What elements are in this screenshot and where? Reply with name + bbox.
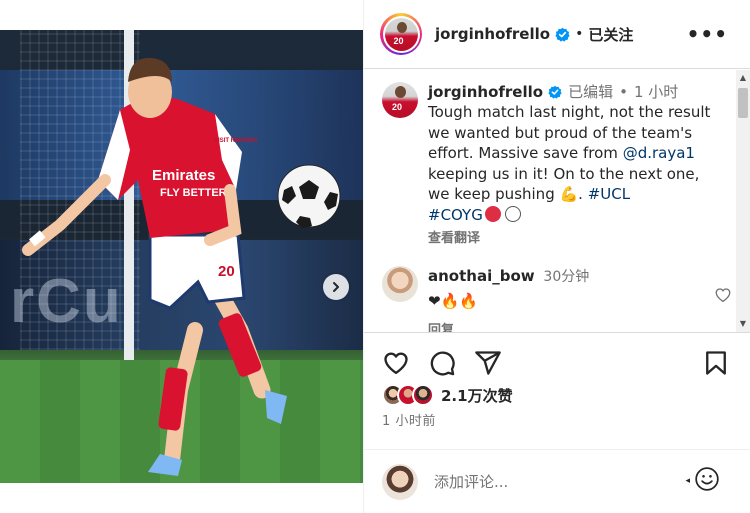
post-panel: 20 jorginhofrello • 已关注 ••• 20 jorginhof… [363,0,750,513]
comments-section: 20 jorginhofrello 已编辑 • 1 小时 Tough match… [364,70,750,332]
comment-like-button[interactable] [714,286,732,308]
next-image-button[interactable] [323,274,349,300]
edited-label: 已编辑 [568,83,614,101]
post-media: rCu 20 Emirates FLY BETTER VISIT RWANDA [0,0,363,513]
caption-text: Tough match last night, not the result w… [428,103,711,224]
add-comment-bar: ◂ [364,449,750,513]
commenter-username[interactable]: anothai_bow [428,267,535,285]
author-username[interactable]: jorginhofrello [435,25,550,43]
comment-item: anothai_bow 30分钟 ❤🔥🔥 回复 [382,266,732,332]
post-header: 20 jorginhofrello • 已关注 ••• [364,0,750,69]
post-caption: 20 jorginhofrello 已编辑 • 1 小时 Tough match… [382,82,732,246]
separator-dot: • [575,26,584,42]
current-user-avatar [382,463,418,500]
caption-separator: • [619,83,628,101]
white-circle-emoji [504,205,521,222]
comments-scrollbar[interactable]: ▲ ▼ [736,70,750,332]
scroll-down-arrow[interactable]: ▼ [738,318,748,330]
comment-text: ❤🔥🔥 [428,292,478,310]
comment-time: 30分钟 [543,269,590,285]
caret-icon: ◂ [685,476,690,486]
comment-button[interactable] [428,349,456,381]
save-icon [706,351,726,375]
chevron-right-icon [333,282,339,292]
like-button[interactable] [382,349,410,381]
save-button[interactable] [702,349,730,381]
emoji-button[interactable] [694,466,720,496]
caption-username[interactable]: jorginhofrello [428,82,543,102]
post-photo: rCu 20 Emirates FLY BETTER VISIT RWANDA [0,30,363,483]
player-illustration: 20 Emirates FLY BETTER VISIT RWANDA [22,57,341,476]
reply-button[interactable]: 回复 [428,319,698,332]
mention-link[interactable]: @d.raya1 [623,144,695,162]
author-avatar[interactable]: 20 [380,13,422,55]
see-translation-link[interactable]: 查看翻译 [428,227,718,246]
svg-text:20: 20 [218,263,235,280]
add-comment-input[interactable] [434,472,664,491]
caption-time[interactable]: 1 小时 [634,82,678,102]
hashtag-coyg[interactable]: #COYG [428,206,483,224]
more-icon[interactable]: ••• [687,22,728,46]
post-timestamp[interactable]: 1 小时前 [382,410,436,429]
liker-avatar[interactable] [412,384,434,406]
svg-text:Emirates: Emirates [152,167,215,184]
svg-text:VISIT RWANDA: VISIT RWANDA [214,138,258,144]
scrollbar-thumb[interactable] [738,88,748,118]
share-button[interactable] [474,349,502,381]
action-bar [364,332,750,392]
share-icon [475,351,501,375]
scroll-up-arrow[interactable]: ▲ [738,72,748,84]
comment-icon [430,351,455,376]
flexed-biceps-emoji: 💪 [559,185,579,203]
hashtag-ucl[interactable]: #UCL [588,185,630,203]
heart-icon [384,352,408,375]
svg-text:FLY BETTER: FLY BETTER [160,187,227,199]
likes-count[interactable]: 2.1万次赞 [441,385,513,406]
likes-summary: 2.1万次赞 [382,384,513,406]
caption-avatar[interactable]: 20 [382,82,418,118]
red-circle-emoji [484,205,501,222]
following-button[interactable]: 已关注 [588,24,633,45]
heart-icon [715,288,731,303]
emoji-icon [695,467,719,491]
commenter-avatar[interactable] [382,266,418,302]
verified-icon [548,85,562,99]
verified-icon [555,27,570,42]
